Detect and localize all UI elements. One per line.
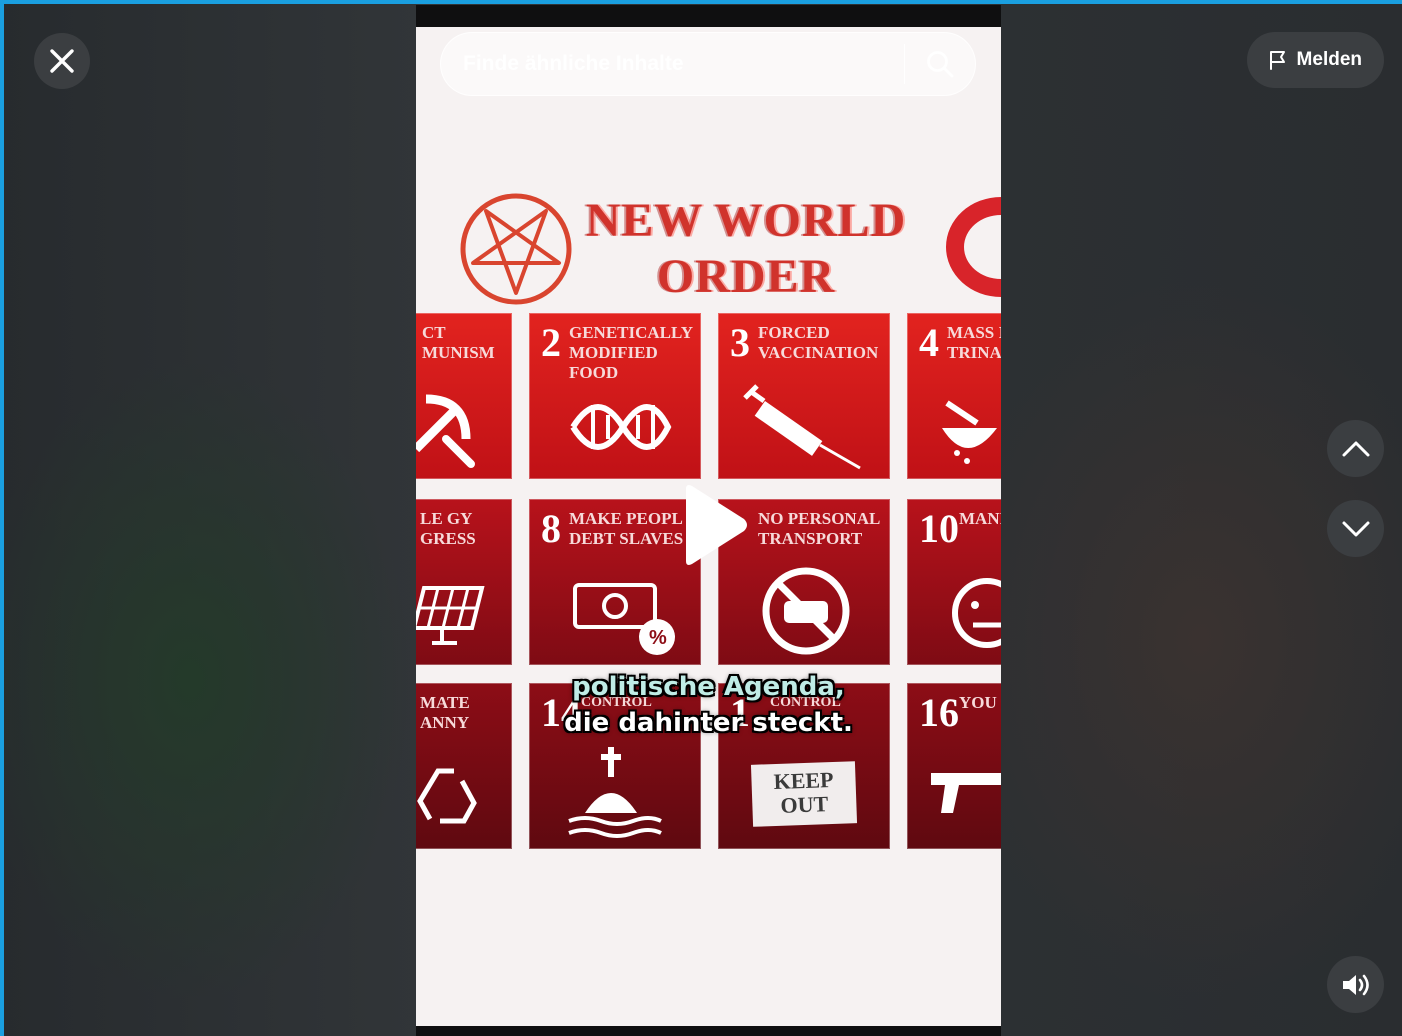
pentagram-icon — [460, 193, 572, 305]
poster-tile: 4 MASS INDO TRINA — [907, 313, 1001, 479]
search-input[interactable] — [441, 51, 904, 77]
poster-tile: 2 GENETICALLY MODIFIED FOOD — [529, 313, 701, 479]
close-icon — [50, 49, 74, 73]
poster-tile: LE GY GRESS — [416, 499, 512, 665]
report-label: Melden — [1296, 49, 1362, 70]
hammer-sickle-icon — [416, 394, 475, 468]
poster-tile: 3 FORCED VACCINATION — [718, 313, 890, 479]
caption-line-2: die dahinter steckt. — [564, 708, 853, 738]
gun-icon — [931, 773, 1001, 813]
poster-title: NEW WORLD ORDER — [566, 193, 926, 305]
dna-icon — [570, 404, 672, 450]
video-player[interactable]: NEW WORLD ORDER CT MUNISM 2 GENETICALLY … — [416, 5, 1001, 1036]
no-car-icon — [762, 567, 850, 655]
search-icon — [927, 51, 954, 78]
poster-tile: 8 MAKE PEOPL DEBT SLAVES % — [529, 499, 701, 665]
red-ring-logo — [946, 197, 1001, 297]
video-bottom-bar — [416, 1026, 1001, 1036]
poster-tile: CT MUNISM — [416, 313, 512, 479]
svg-text:%: % — [649, 627, 667, 649]
keep-out-sign: KEEP OUT — [750, 761, 858, 827]
recycle-icon — [417, 768, 477, 824]
similar-content-search — [440, 32, 976, 96]
report-button[interactable]: Melden — [1246, 32, 1384, 88]
money-debt-icon: % — [573, 583, 675, 655]
chevron-down-icon — [1342, 521, 1369, 536]
speaker-icon — [1342, 974, 1369, 995]
face-icon — [952, 578, 1001, 648]
poster-title-line1: NEW WORLD — [585, 194, 907, 247]
poster-tile: 10 MANI CONT — [907, 499, 1001, 665]
video-caption: politische Agenda, die dahinter steckt. — [416, 669, 1001, 741]
church-water-icon — [568, 747, 662, 838]
search-button[interactable] — [905, 32, 975, 96]
solar-panel-icon — [416, 586, 485, 645]
chevron-up-icon — [1342, 441, 1369, 456]
bowl-icon — [942, 400, 997, 464]
sound-toggle-button[interactable] — [1327, 956, 1384, 1013]
next-video-button[interactable] — [1327, 500, 1384, 557]
close-button[interactable] — [34, 33, 90, 89]
syringe-icon — [743, 384, 861, 470]
play-icon[interactable] — [678, 483, 750, 567]
caption-line-1: politische Agenda, — [572, 672, 845, 702]
flag-icon — [1269, 51, 1285, 70]
video-top-bar — [416, 5, 1001, 27]
previous-video-button[interactable] — [1327, 420, 1384, 477]
poster-title-line2: ORDER — [656, 250, 836, 303]
